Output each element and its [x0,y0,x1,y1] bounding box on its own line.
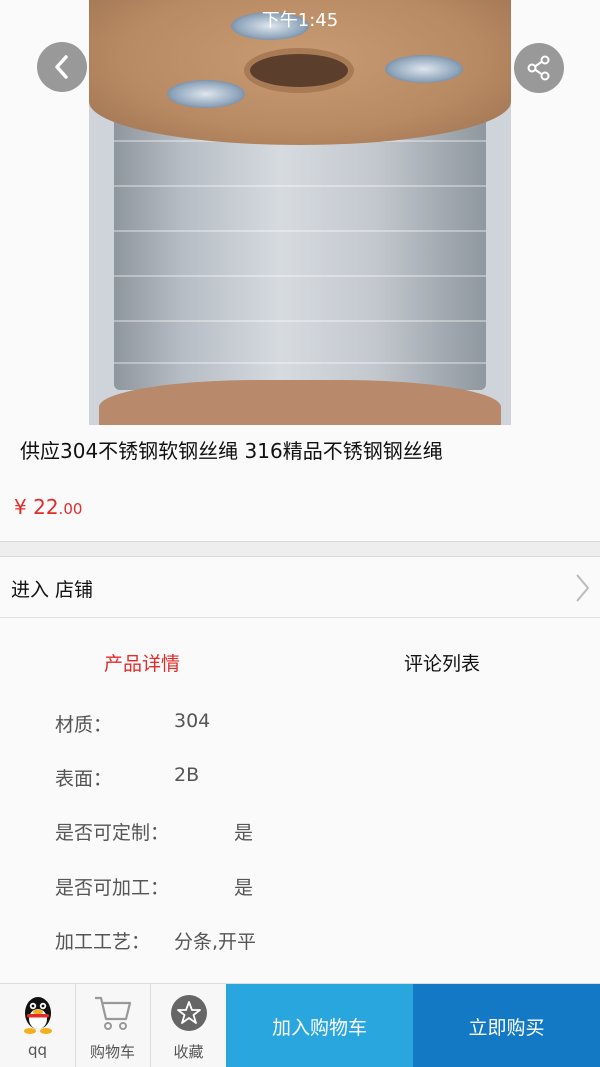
buy-now-button[interactable]: 立即购买 [413,984,600,1067]
product-photo[interactable] [89,0,511,425]
cart-label: 购物车 [89,1043,135,1061]
product-price: ¥ 22.00 [14,495,82,519]
spec-value: 2B [174,764,200,786]
spool-hole [244,48,354,93]
product-info: 供应304不锈钢软钢丝绳 316精品不锈钢钢丝绳 ¥ 22.00 [0,425,600,541]
price-decimal: .00 [58,500,83,518]
spec-label: 表面： [55,768,113,790]
bottom-action-bar: qq 购物车 收藏 加入购物车 立即购买 [0,983,600,1067]
spec-value: 是 [234,877,254,899]
tab-product-details[interactable]: 产品详情 [104,649,180,676]
product-title: 供应304不锈钢软钢丝绳 316精品不锈钢钢丝绳 [20,439,443,463]
spec-label: 材质： [55,714,113,736]
qq-label: qq [27,1041,48,1059]
chevron-right-icon [576,574,590,602]
spec-row: 加工工艺： 分条,开平 [0,927,600,967]
favorite-button[interactable]: 收藏 [151,984,226,1067]
enter-shop-row[interactable]: 进入 店铺 [0,557,600,618]
status-time: 下午1:45 [261,10,339,31]
spec-value: 分条,开平 [174,931,257,953]
price-integer: 22 [33,495,59,519]
star-icon [170,995,207,1031]
spec-label: 是否可加工： [55,877,170,899]
detail-tabs: 产品详情 评论列表 [0,619,600,699]
spec-value: 是 [234,822,254,844]
spool-bottom-flange [99,380,501,425]
spec-label: 加工工艺： [55,931,151,953]
add-to-cart-button[interactable]: 加入购物车 [226,984,413,1067]
chevron-left-icon [55,55,68,79]
status-bar: 下午1:45 [0,0,600,32]
spec-row: 表面： 2B [0,764,600,804]
section-divider [0,541,600,557]
product-image-area [0,0,600,425]
enter-shop-label: 进入 店铺 [11,579,94,601]
spec-row: 是否可加工： 是 [0,873,600,913]
bolt [167,80,245,108]
shopping-cart-icon [94,996,131,1030]
qq-button[interactable]: qq [0,984,75,1067]
cart-button[interactable]: 购物车 [75,984,150,1067]
bolt [385,55,463,83]
spec-label: 是否可定制： [55,822,170,844]
spec-value: 304 [174,710,211,732]
favorite-label: 收藏 [173,1043,204,1061]
back-button[interactable] [37,42,87,92]
share-icon [527,55,550,81]
tab-review-list[interactable]: 评论列表 [404,649,480,676]
qq-penguin-icon [23,997,52,1034]
share-button[interactable] [514,43,564,93]
price-symbol: ¥ [14,495,27,519]
spec-row: 材质： 304 [0,710,600,750]
spec-row: 是否可定制： 是 [0,818,600,858]
